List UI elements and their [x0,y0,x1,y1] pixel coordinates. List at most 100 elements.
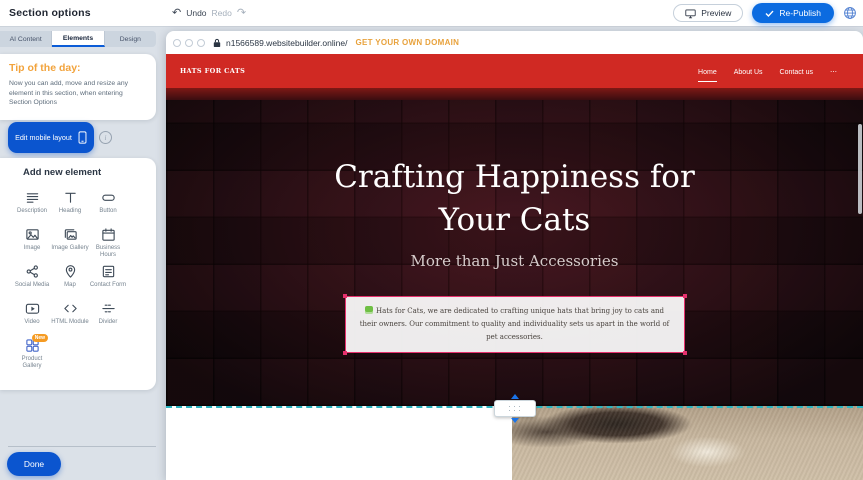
divider-icon [101,301,116,316]
tab-elements[interactable]: Elements [52,31,104,47]
selection-handle[interactable] [683,294,687,298]
image-placeholder-icon [365,306,373,314]
add-element-business-hours[interactable]: Business Hours [89,223,127,260]
top-bar: Section options ↶ Undo Redo ↷ Preview Re… [0,0,863,26]
done-button[interactable]: Done [7,452,61,476]
site-header: HATS FOR CATS Home About Us Contact us ⋯ [166,54,863,88]
site-preview-frame: n1566589.websitebuilder.online/ GET YOUR… [166,31,863,480]
browser-bar: n1566589.websitebuilder.online/ GET YOUR… [166,31,863,54]
element-label: Product Gallery [13,356,51,370]
image-icon [25,227,40,242]
undo-icon[interactable]: ↶ [172,8,181,18]
add-element-image-gallery[interactable]: Image Gallery [51,223,89,260]
info-icon[interactable]: i [99,131,112,144]
text-lines-icon [25,190,40,205]
add-element-heading[interactable]: Heading [51,186,89,223]
add-element-map[interactable]: Map [51,260,89,297]
heading-icon [63,190,78,205]
hero-section[interactable]: Crafting Happiness for Your Cats More th… [166,100,863,406]
republish-button[interactable]: Re-Publish [752,3,834,23]
browser-dots-icon [173,39,205,47]
hero-paragraph-text: Hats for Cats, we are dedicated to craft… [360,307,670,341]
add-element-divider[interactable]: Divider [89,297,127,334]
sidebar-tabs: AI Content Elements Design [0,31,156,47]
new-badge: New [32,334,48,342]
site-url: n1566589.websitebuilder.online/ [226,38,347,48]
add-element-image[interactable]: Image [13,223,51,260]
nav-item-contact[interactable]: Contact us [780,60,813,83]
edit-mobile-label: Edit mobile layout [15,133,72,142]
drag-dots-icon [507,405,522,413]
page-title: Section options [9,7,91,19]
add-element-description[interactable]: Description [13,186,51,223]
cat-photo [512,406,863,480]
element-grid: Description Heading Button Image Image G… [13,186,127,371]
preview-button[interactable]: Preview [673,4,743,22]
image-gallery-icon [63,227,78,242]
element-label: Image Gallery [51,245,88,252]
button-icon [101,190,116,205]
site-nav: Home About Us Contact us ⋯ [698,59,837,83]
element-label: Video [24,319,39,326]
site-logo[interactable]: HATS FOR CATS [180,67,245,75]
edit-mobile-layout-button[interactable]: Edit mobile layout [8,122,94,153]
selected-paragraph-box[interactable]: Hats for Cats, we are dedicated to craft… [345,296,685,353]
selection-handle[interactable] [343,294,347,298]
redo-icon[interactable]: ↷ [237,8,246,18]
element-label: Business Hours [89,245,127,259]
republish-label: Re-Publish [779,8,821,18]
code-icon [63,301,78,316]
preview-label: Preview [701,8,731,18]
selection-handle[interactable] [683,351,687,355]
element-label: Button [99,208,116,215]
tip-title: Tip of the day: [9,62,146,74]
selection-handle[interactable] [343,351,347,355]
element-label: Map [64,282,76,289]
add-element-button[interactable]: Button [89,186,127,223]
globe-icon[interactable] [843,6,857,20]
section-end-line [166,406,863,408]
element-label: HTML Module [51,319,88,326]
nav-item-about[interactable]: About Us [734,60,763,83]
redo-button[interactable]: Redo [212,8,232,18]
add-element-panel: Add new element Description Heading Butt… [0,158,156,390]
sidebar-divider [8,446,156,447]
undo-button[interactable]: Undo [186,8,206,18]
header-shade [166,88,863,100]
add-element-social-media[interactable]: Social Media [13,260,51,297]
add-element-contact-form[interactable]: Contact Form [89,260,127,297]
nav-item-home[interactable]: Home [698,60,717,83]
hero-subheading: More than Just Accessories [166,252,863,270]
phone-icon [78,131,87,144]
tab-ai-content[interactable]: AI Content [0,31,52,47]
lock-icon [213,38,221,48]
hero-heading-line1: Crafting Happiness for [166,156,863,199]
tab-design[interactable]: Design [105,31,156,47]
section-resize-handle[interactable] [494,400,536,417]
business-hours-icon [101,227,116,242]
share-icon [25,264,40,279]
arrow-down-icon [511,418,519,423]
get-domain-link[interactable]: GET YOUR OWN DOMAIN [355,38,459,47]
video-icon [25,301,40,316]
map-pin-icon [63,264,78,279]
tip-card: Tip of the day: Now you can add, move an… [0,54,156,120]
monitor-icon [685,8,696,19]
check-icon [765,10,774,17]
element-label: Heading [59,208,81,215]
nav-more-icon[interactable]: ⋯ [830,59,837,83]
add-element-title: Add new element [0,158,156,178]
element-label: Contact Form [90,282,126,289]
site-canvas: HATS FOR CATS Home About Us Contact us ⋯… [166,54,863,480]
add-element-html-module[interactable]: HTML Module [51,297,89,334]
tip-body: Now you can add, move and resize any ele… [9,79,146,108]
element-label: Divider [99,319,118,326]
element-label: Social Media [15,282,49,289]
hero-heading-line2: Your Cats [166,199,863,242]
element-label: Description [17,208,47,215]
add-element-product-gallery[interactable]: New Product Gallery [13,334,51,371]
scrollbar-thumb[interactable] [858,124,862,214]
form-icon [101,264,116,279]
element-label: Image [24,245,41,252]
add-element-video[interactable]: Video [13,297,51,334]
